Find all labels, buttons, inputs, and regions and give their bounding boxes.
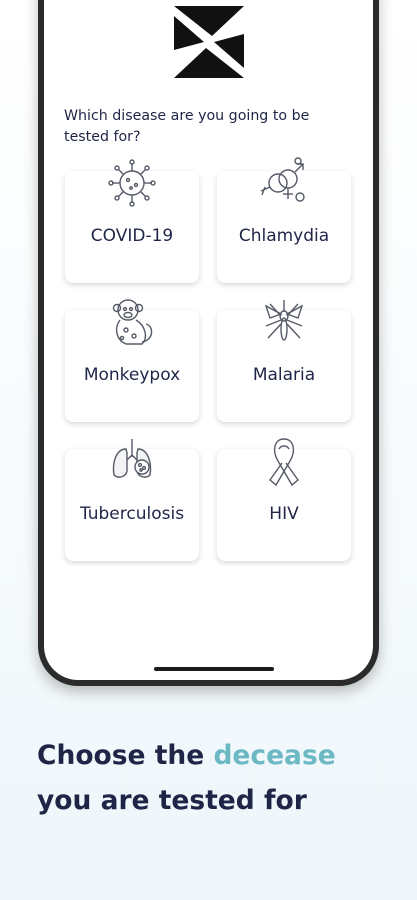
monkey-icon [112,299,153,345]
lungs-icon [112,439,152,478]
promo-caption: Choose the decease you are tested for [37,733,397,823]
phone-frame: Which disease are you going to be tested… [38,0,379,686]
home-indicator[interactable] [154,667,274,671]
awareness-ribbon-icon [269,438,299,487]
app-logo [174,6,244,78]
question-text: Which disease are you going to be tested… [64,108,310,145]
disease-card-hiv[interactable]: HIV [217,438,351,561]
phone-screen: Which disease are you going to be tested… [44,0,373,680]
disease-label: Monkeypox [83,365,181,385]
caption-line-2: you are tested for [37,785,307,816]
virus-icon [108,159,156,207]
disease-card-tuberculosis[interactable]: Tuberculosis [65,439,199,561]
disease-card-chlamydia[interactable]: Chlamydia [217,157,351,283]
disease-label: Tuberculosis [79,504,185,524]
disease-label: Malaria [252,365,316,385]
disease-label: HIV [269,504,299,524]
disease-card-covid-19[interactable]: COVID-19 [65,159,199,283]
disease-card-monkeypox[interactable]: Monkeypox [65,299,199,422]
disease-card-malaria[interactable]: Malaria [217,300,351,422]
disease-label: COVID-19 [90,226,174,246]
disease-label: Chlamydia [238,226,330,246]
gender-symbols-icon [260,157,305,202]
mosquito-icon [264,300,304,341]
caption-accent-word: decease [213,740,336,771]
caption-prefix: Choose the [37,740,214,771]
